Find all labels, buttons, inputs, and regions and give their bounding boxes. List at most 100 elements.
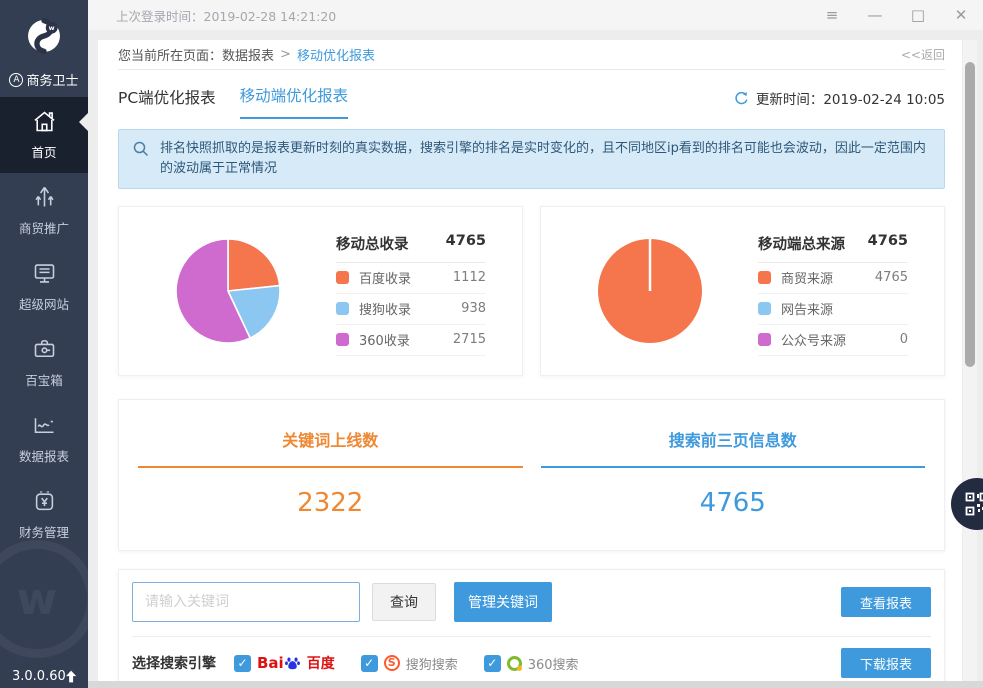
window-controls: ≡ — □ ✕ [824, 8, 969, 23]
home-icon [31, 108, 58, 135]
breadcrumb-prefix: 您当前所在页面： [118, 45, 222, 64]
legend-row: 网告来源 [758, 294, 908, 325]
close-button[interactable]: ✕ [953, 8, 969, 23]
brand-name: 商务卫士 [26, 70, 78, 89]
legend-total: 4765 [868, 233, 908, 254]
brand: w A 商务卫士 [0, 0, 88, 89]
active-notch [79, 113, 88, 131]
pie-chart-mobile-index [173, 236, 283, 346]
sidebar-item-3[interactable]: 百宝箱 [0, 325, 88, 401]
app-logo-icon: w [18, 10, 70, 62]
legend-title: 移动端总来源 [758, 233, 845, 254]
manage-keywords-button[interactable]: 管理关键词 [454, 582, 552, 622]
main-area: 您当前所在页面： 数据报表 > 移动优化报表 <<返回 PC端优化报表 移动端优… [88, 30, 983, 688]
minimize-button[interactable]: — [867, 8, 883, 23]
stat-underline [541, 466, 926, 468]
breadcrumb-current-link[interactable]: 移动优化报表 [297, 45, 375, 64]
toolbox-icon [31, 336, 58, 363]
content-panel: 您当前所在页面： 数据报表 > 移动优化报表 <<返回 PC端优化报表 移动端优… [98, 40, 962, 688]
tab-pc-report[interactable]: PC端优化报表 [118, 86, 216, 119]
window-titlebar: 上次登录时间：2019-02-28 14:21:20 ≡ — □ ✕ [88, 0, 983, 30]
pie-chart-mobile-source [595, 236, 705, 346]
baidu-logo: Bai [257, 654, 301, 672]
stat-value: 4765 [541, 488, 926, 518]
bottom-scrollbar-strip[interactable] [88, 681, 983, 688]
sidebar: w A 商务卫士 首页商贸推广超级网站百宝箱数据报表财务管理 w 3.0.0.6… [0, 0, 88, 688]
menu-icon[interactable]: ≡ [824, 8, 840, 23]
checkbox-icon[interactable]: ✓ [361, 655, 378, 672]
app-window: { "window": { "last_login": "上次登录时间：2019… [0, 0, 983, 688]
engine-option-1[interactable]: ✓S搜狗搜索 [361, 654, 458, 673]
query-button[interactable]: 查询 [372, 583, 436, 621]
keyword-panel: 查询 管理关键词 查看报表 选择搜索引擎 ✓Bai百度✓S搜狗搜索✓360搜索 … [118, 569, 945, 688]
vertical-scrollbar [963, 40, 977, 688]
legend-swatch-icon [758, 302, 771, 315]
back-link[interactable]: <<返回 [901, 46, 945, 63]
stat-label: 关键词上线数 [138, 427, 523, 451]
stat-keywords-online: 关键词上线数 2322 [129, 427, 532, 550]
finance-icon [31, 488, 58, 515]
legend-mobile-index: 移动总收录 4765 百度收录1112搜狗收录938360收录2715 [336, 227, 486, 356]
engine-select-label: 选择搜索引擎 [132, 653, 216, 673]
view-report-button[interactable]: 查看报表 [841, 587, 931, 617]
checkbox-icon[interactable]: ✓ [484, 655, 501, 672]
keyword-input[interactable] [132, 582, 360, 622]
scrollbar-thumb[interactable] [965, 62, 975, 367]
legend-mobile-source: 移动端总来源 4765 商贸来源4765网告来源公众号来源0 [758, 227, 908, 356]
stat-top3-pages: 搜索前三页信息数 4765 [532, 427, 935, 550]
stats-card: 关键词上线数 2322 搜索前三页信息数 4765 [118, 399, 945, 551]
website-icon [31, 260, 58, 287]
card-mobile-source: 移动端总来源 4765 商贸来源4765网告来源公众号来源0 [540, 206, 945, 376]
notice-text: 排名快照抓取的是报表更新时刻的真实数据，搜索引擎的排名是实时变化的，且不同地区i… [160, 141, 926, 176]
promote-icon [31, 184, 58, 211]
divider [132, 636, 931, 637]
legend-total: 4765 [446, 233, 486, 254]
download-report-button[interactable]: 下载报表 [841, 648, 931, 678]
tab-mobile-report[interactable]: 移动端优化报表 [240, 84, 349, 119]
sidebar-menu: 首页商贸推广超级网站百宝箱数据报表财务管理 [0, 97, 88, 553]
stat-value: 2322 [138, 488, 523, 518]
legend-row: 360收录2715 [336, 325, 486, 356]
sogou-logo: S [384, 655, 400, 671]
stat-underline [138, 466, 523, 468]
search-icon [133, 141, 149, 157]
legend-row: 百度收录1112 [336, 263, 486, 294]
qr-code-icon [965, 492, 983, 516]
sidebar-item-5[interactable]: 财务管理 [0, 477, 88, 553]
svg-text:w: w [49, 24, 55, 32]
update-time-text: 更新时间：2019-02-24 10:05 [756, 88, 945, 108]
tabs-row: PC端优化报表 移动端优化报表 更新时间：2019-02-24 10:05 [118, 84, 945, 119]
watermark-logo: w [0, 540, 88, 658]
legend-swatch-icon [758, 271, 771, 284]
legend-row: 商贸来源4765 [758, 263, 908, 294]
legend-swatch-icon [336, 333, 349, 346]
breadcrumb-section: 数据报表 [222, 45, 274, 64]
card-mobile-index: 移动总收录 4765 百度收录1112搜狗收录938360收录2715 [118, 206, 523, 376]
checkbox-icon[interactable]: ✓ [234, 655, 251, 672]
version-label: 3.0.0.60 [12, 669, 66, 684]
report-icon [31, 412, 58, 439]
legend-swatch-icon [336, 302, 349, 315]
legend-row: 搜狗收录938 [336, 294, 486, 325]
stat-label: 搜索前三页信息数 [541, 427, 926, 451]
maximize-button[interactable]: □ [910, 8, 926, 23]
breadcrumb: 您当前所在页面： 数据报表 > 移动优化报表 <<返回 [118, 40, 945, 70]
last-login-text: 上次登录时间：2019-02-28 14:21:20 [116, 6, 336, 25]
update-arrow-icon[interactable] [66, 669, 76, 684]
engine-checkbox-group: ✓Bai百度✓S搜狗搜索✓360搜索 [234, 653, 579, 673]
shield-badge-icon: A [9, 73, 23, 87]
sidebar-item-2[interactable]: 超级网站 [0, 249, 88, 325]
refresh-icon[interactable] [734, 91, 749, 106]
sidebar-item-0[interactable]: 首页 [0, 97, 88, 173]
engine-option-0[interactable]: ✓Bai百度 [234, 653, 335, 673]
sidebar-item-1[interactable]: 商贸推广 [0, 173, 88, 249]
engine-option-2[interactable]: ✓360搜索 [484, 654, 579, 673]
legend-swatch-icon [336, 271, 349, 284]
legend-swatch-icon [758, 333, 771, 346]
breadcrumb-separator: > [280, 47, 291, 62]
360-logo [507, 656, 522, 671]
notice-banner: 排名快照抓取的是报表更新时刻的真实数据，搜索引擎的排名是实时变化的，且不同地区i… [118, 129, 945, 189]
update-info: 更新时间：2019-02-24 10:05 [734, 88, 945, 119]
legend-title: 移动总收录 [336, 233, 409, 254]
sidebar-item-4[interactable]: 数据报表 [0, 401, 88, 477]
